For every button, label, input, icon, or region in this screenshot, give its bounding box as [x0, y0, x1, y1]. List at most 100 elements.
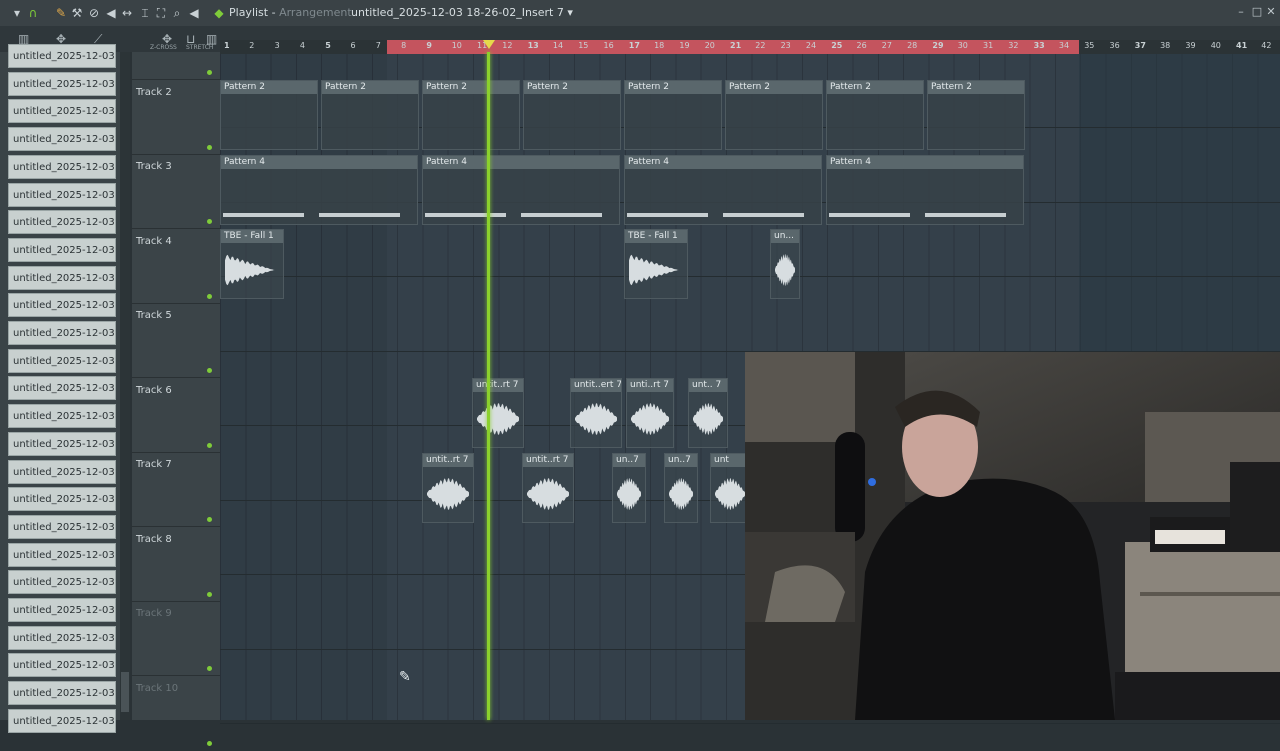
track-enable-led[interactable] — [207, 666, 212, 671]
timeline-bar-number: 2 — [249, 41, 255, 50]
browser-item[interactable]: untitled_2025-12-03 18-... — [8, 321, 116, 345]
track-enable-led[interactable] — [207, 740, 212, 746]
track-header[interactable]: Track 7 — [132, 453, 220, 527]
pattern-clip[interactable]: Pattern 4 — [220, 154, 418, 225]
browser-item[interactable]: untitled_2025-12-03 18-... — [8, 210, 116, 235]
track-header[interactable]: Track 9 — [132, 602, 220, 676]
browser-item[interactable]: untitled_2025-12-03 18-... — [8, 71, 116, 96]
audio-clip[interactable]: unt — [710, 452, 750, 523]
track-header[interactable]: Track 10 — [132, 677, 220, 751]
browser-item[interactable]: untitled_2025-12-03 18-... — [8, 542, 116, 567]
browser-item[interactable]: untitled_2025-12-03 18-... — [8, 404, 116, 429]
audio-clip[interactable]: un..7 — [612, 452, 646, 523]
audio-clip[interactable]: TBE - Fall 1 — [624, 229, 688, 299]
track-header[interactable]: Track 3 — [132, 155, 220, 229]
clip-label: Pattern 2 — [726, 81, 822, 94]
playhead-marker[interactable] — [483, 40, 495, 49]
audio-clip[interactable]: untit..rt 7 — [522, 452, 574, 523]
track-enable-led[interactable] — [207, 70, 212, 75]
scrollbar-thumb[interactable] — [121, 672, 129, 712]
browser-item[interactable]: untitled_2025-12-03 18-... — [8, 154, 116, 179]
pattern-clip[interactable]: Pattern 2 — [523, 80, 621, 150]
pattern-clip[interactable]: Pattern 4 — [422, 154, 620, 225]
maximize-button[interactable]: □ — [1250, 5, 1264, 19]
audio-clip[interactable]: unt.. 7 — [688, 378, 728, 448]
timeline-bar-number: 20 — [704, 41, 715, 50]
pattern-clip[interactable]: Pattern 4 — [624, 154, 822, 225]
track-enable-led[interactable] — [207, 293, 212, 299]
track-enable-led[interactable] — [207, 442, 212, 448]
audio-clip[interactable]: untit..ert 7 — [570, 378, 622, 448]
track-header[interactable]: Track 6 — [132, 379, 220, 453]
waveform — [427, 476, 469, 512]
mute-icon[interactable]: ◀ — [104, 6, 118, 20]
browser-item[interactable]: untitled_2025-12-03 18-... — [8, 348, 116, 373]
track-name: Track 9 — [136, 608, 172, 619]
browser-item[interactable]: untitled_2025-12-03 18-... — [8, 182, 116, 207]
browser-item[interactable]: untitled_2025-12-03 18-... — [8, 237, 116, 262]
brush-icon[interactable]: ⚒ — [70, 6, 84, 20]
menu-arrow-icon[interactable]: ▾ — [10, 6, 24, 20]
clip-label: Pattern 2 — [322, 81, 418, 94]
browser-item[interactable]: untitled_2025-12-03 18-... — [8, 127, 116, 152]
browser-item[interactable]: untitled_2025-12-03 18-... — [8, 431, 116, 456]
delete-icon[interactable]: ⊘ — [87, 6, 101, 20]
playhead[interactable] — [487, 52, 490, 720]
browser-item[interactable]: untitled_2025-12-03 18-... — [8, 293, 116, 318]
timeline-bar-number: 7 — [375, 41, 381, 50]
browser-item[interactable]: untitled_2025-12-03 18-... — [8, 459, 116, 484]
audio-clip[interactable]: untit..rt 7 — [422, 452, 474, 523]
track-enable-led[interactable] — [207, 368, 212, 373]
track-enable-led[interactable] — [207, 219, 212, 224]
browser-item[interactable]: untitled_2025-12-03 18-... — [8, 598, 116, 622]
pattern-clip[interactable]: Pattern 2 — [624, 80, 722, 150]
browser-item[interactable]: untitled_2025-12-03 18-... — [8, 99, 116, 124]
timeline-bar-number: 14 — [552, 41, 564, 50]
audio-clip[interactable]: un..7 — [664, 452, 698, 523]
minimize-button[interactable]: – — [1234, 5, 1248, 19]
browser-item[interactable]: untitled_2025-12-03 18-... — [8, 625, 116, 650]
pattern-clip[interactable]: Pattern 2 — [927, 80, 1025, 150]
track-header[interactable]: Track 8 — [132, 528, 220, 602]
timeline-ruler[interactable]: 1 2 3 4 5 6 7 8 9 10 11 12 13 14 15 16 17 18 19 20 21 22 23 24 2… — [220, 40, 1280, 54]
clip-label: un..7 — [613, 453, 645, 467]
track-enable-led[interactable] — [207, 591, 212, 597]
track-header[interactable]: Track 2 — [132, 81, 220, 155]
track-enable-led[interactable] — [207, 517, 212, 522]
magnet-icon[interactable]: ∩ — [26, 6, 40, 20]
clip-label: untit..rt 7 — [523, 453, 573, 467]
browser-item[interactable]: untitled_2025-12-03 18-... — [8, 514, 116, 539]
audio-clip[interactable]: untit..rt 7 — [472, 378, 524, 448]
browser-item[interactable]: untitled_2025-12-03 18-... — [8, 487, 116, 512]
track-headers: Track 2 Track 3 Track 4 Track 5 Track 6 Track… — [132, 52, 220, 751]
close-button[interactable]: ✕ — [1264, 5, 1278, 19]
browser-item[interactable]: untitled_2025-12-03 18-... — [8, 44, 116, 68]
track-enable-led[interactable] — [207, 144, 212, 150]
track-lane[interactable] — [220, 278, 1280, 352]
pattern-clip[interactable]: Pattern 4 — [826, 154, 1024, 225]
timeline-bar-number: 25 — [831, 41, 843, 50]
browser-scrollbar[interactable] — [120, 52, 130, 720]
pattern-clip[interactable]: Pattern 2 — [826, 80, 924, 150]
browser-item[interactable]: untitled_2025-12-03 18-... — [8, 653, 116, 678]
browser-item[interactable]: untitled_2025-12-03 18-... — [8, 681, 116, 706]
track-header[interactable]: Track 5 — [132, 304, 220, 378]
browser-item[interactable]: untitled_2025-12-03 18-... — [8, 265, 116, 290]
browser-item[interactable]: untitled_2025-12-03 18-... — [8, 376, 116, 401]
pattern-clip[interactable]: Pattern 2 — [422, 80, 520, 150]
timeline-bar-number: 39 — [1185, 41, 1196, 50]
browser-item[interactable]: untitled_2025-12-03 18-... — [8, 570, 116, 595]
pattern-selector[interactable]: untitled_2025-12-03 18-26-02_Insert 7 ▾ — [351, 6, 573, 19]
pencil-icon[interactable]: ✎ — [54, 6, 68, 20]
timeline-bar-number: 35 — [1084, 41, 1095, 50]
waveform — [527, 476, 569, 512]
pattern-clip[interactable]: Pattern 2 — [725, 80, 823, 150]
track-header[interactable]: Track 4 — [132, 230, 220, 304]
audio-clip[interactable]: unti..rt 7 — [626, 378, 674, 448]
pattern-clip[interactable]: Pattern 2 — [220, 80, 318, 150]
pattern-clip[interactable]: Pattern 2 — [321, 80, 419, 150]
audio-clip[interactable]: TBE - Fall 1 — [220, 229, 284, 299]
browser-item[interactable]: untitled_2025-12-03 18-... — [8, 708, 116, 733]
track-header[interactable] — [132, 6, 220, 80]
audio-clip[interactable]: un... — [770, 229, 800, 299]
